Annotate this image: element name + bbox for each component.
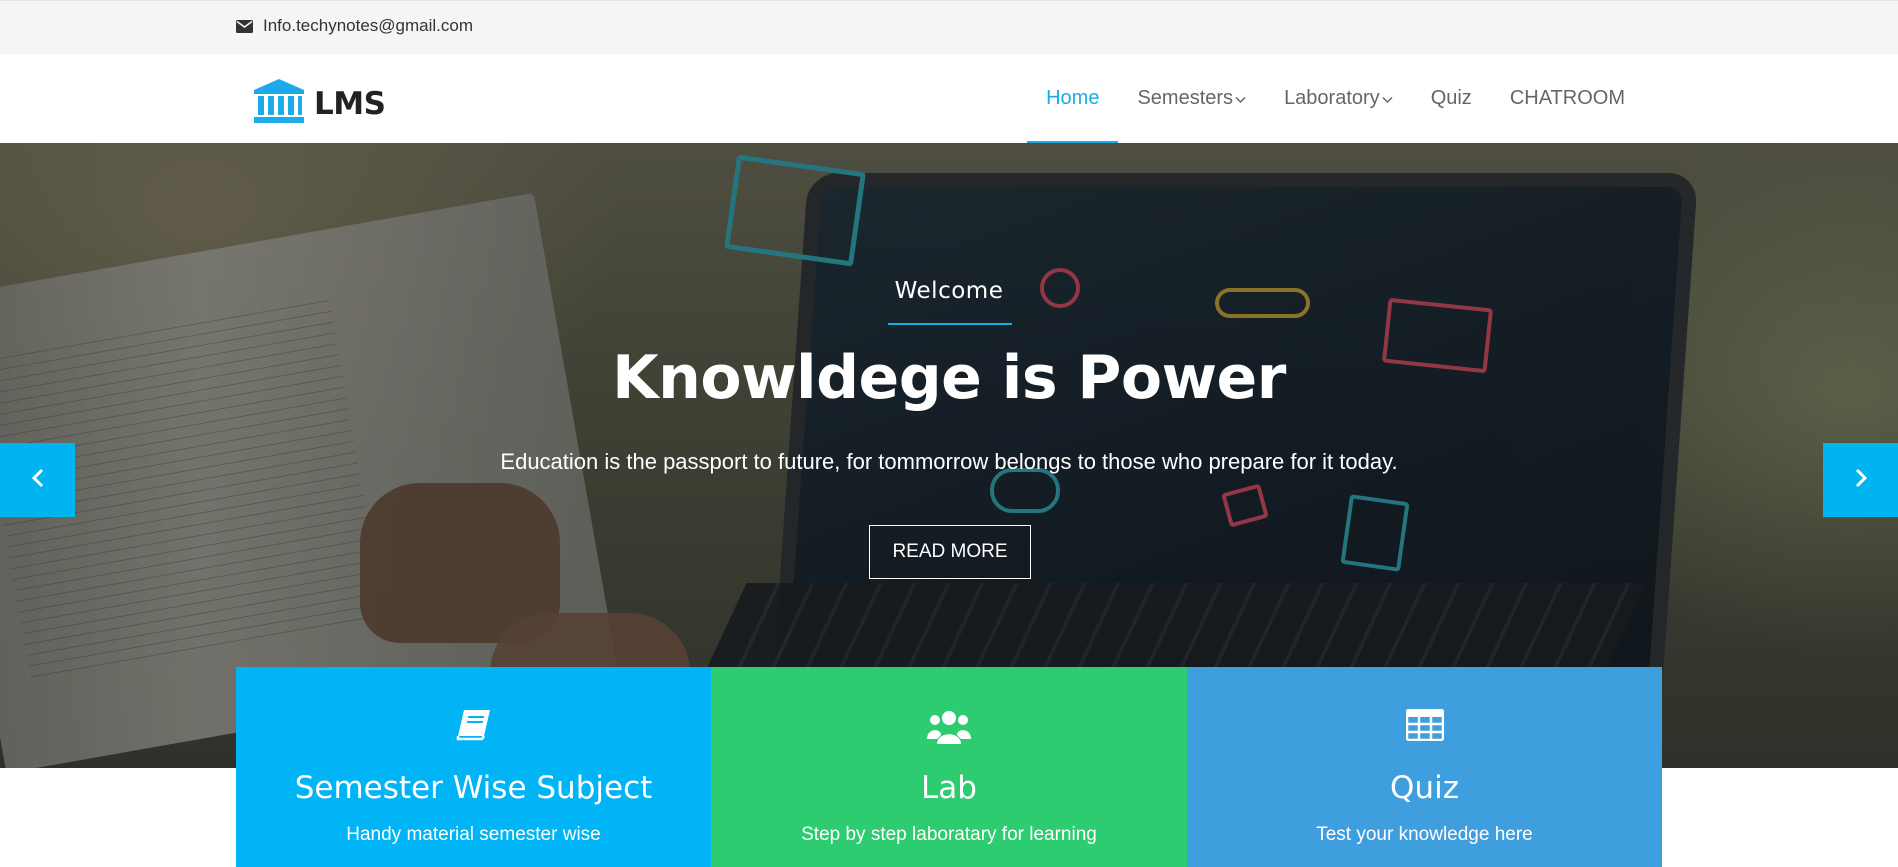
envelope-icon: [236, 19, 253, 33]
chevron-right-icon: [1854, 468, 1868, 493]
chevron-left-icon: [31, 468, 45, 493]
feature-title: Semester Wise Subject: [294, 770, 653, 806]
nav-home-label: Home: [1046, 87, 1100, 109]
main-navbar: LMS Home Semesters Laboratory Quiz CHATR…: [0, 54, 1898, 143]
book-icon: [236, 709, 711, 741]
hero-title: Knowldege is Power: [612, 343, 1286, 413]
nav-quiz-label: Quiz: [1430, 87, 1472, 109]
read-more-button[interactable]: READ MORE: [869, 525, 1031, 579]
nav-semesters-label: Semesters: [1137, 87, 1234, 109]
nav-laboratory[interactable]: Laboratory: [1265, 54, 1412, 143]
hero-subtitle: Education is the passport to future, for…: [500, 449, 1398, 474]
slider-next-button[interactable]: [1823, 443, 1898, 517]
hero-kicker-underline: [888, 323, 1012, 325]
feature-title: Lab: [921, 770, 977, 806]
chevron-down-icon: [1235, 87, 1246, 110]
table-icon: [1187, 709, 1662, 741]
feature-description: Test your knowledge here: [1316, 824, 1533, 845]
brand-logo[interactable]: LMS: [254, 79, 386, 128]
feature-description: Handy material semester wise: [346, 824, 601, 845]
brand-name: LMS: [314, 85, 386, 122]
nav-semesters[interactable]: Semesters: [1118, 54, 1265, 143]
users-icon: [711, 709, 1187, 745]
feature-title: Quiz: [1390, 770, 1459, 806]
slider-prev-button[interactable]: [0, 443, 75, 517]
contact-email-text: Info.techynotes@gmail.com: [263, 16, 474, 35]
nav-laboratory-label: Laboratory: [1284, 87, 1380, 109]
chevron-down-icon: [1382, 87, 1393, 110]
nav-home[interactable]: Home: [1027, 54, 1119, 143]
feature-description: Step by step laboratary for learning: [801, 824, 1097, 845]
contact-email[interactable]: Info.techynotes@gmail.com: [236, 16, 473, 36]
top-bar: Info.techynotes@gmail.com: [0, 0, 1898, 54]
hero-kicker: Welcome: [894, 278, 1004, 304]
nav-menu: Home Semesters Laboratory Quiz CHATROOM: [1027, 54, 1644, 143]
nav-chatroom-label: CHATROOM: [1509, 87, 1625, 109]
nav-chatroom[interactable]: CHATROOM: [1491, 54, 1644, 143]
institution-icon: [254, 79, 304, 128]
feature-boxes: Semester Wise Subject Handy material sem…: [236, 667, 1662, 867]
feature-quiz[interactable]: Quiz Test your knowledge here: [1187, 667, 1662, 867]
feature-semester-subjects[interactable]: Semester Wise Subject Handy material sem…: [236, 667, 711, 867]
feature-lab[interactable]: Lab Step by step laboratary for learning: [711, 667, 1187, 867]
nav-quiz[interactable]: Quiz: [1412, 54, 1491, 143]
